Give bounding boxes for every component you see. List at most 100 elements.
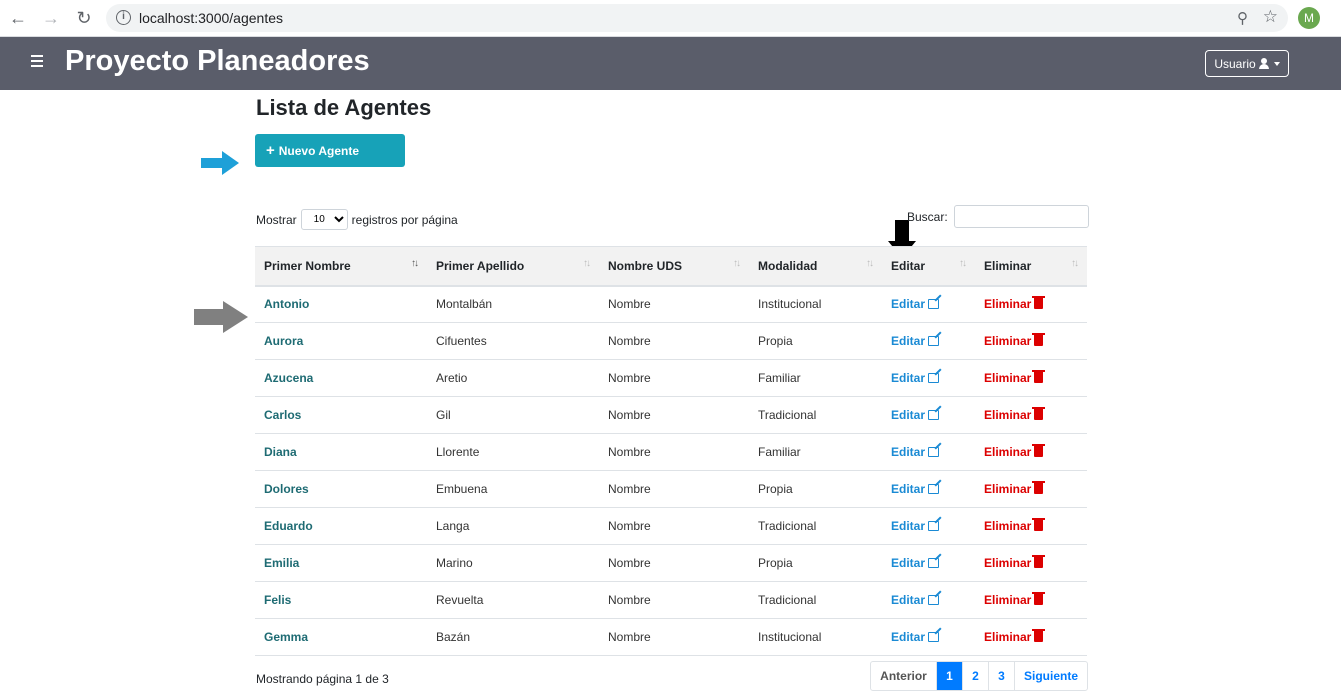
pagination-page-3[interactable]: 3 — [989, 662, 1015, 690]
delete-link[interactable]: Eliminar — [975, 619, 1087, 656]
info-icon[interactable]: i — [116, 10, 131, 25]
cell-primer-nombre[interactable]: Antonio — [255, 286, 427, 323]
delete-link[interactable]: Eliminar — [975, 397, 1087, 434]
pagination-page-1[interactable]: 1 — [937, 662, 963, 690]
brand-title[interactable]: Proyecto Planeadores — [65, 45, 370, 78]
profile-avatar[interactable]: M — [1298, 7, 1320, 29]
delete-link[interactable]: Eliminar — [975, 545, 1087, 582]
cell-primer-apellido: Aretio — [436, 371, 468, 385]
cell-primer-apellido: Langa — [436, 519, 470, 533]
address-bar[interactable]: i localhost:3000/agentes ⚲ ☆ — [106, 4, 1288, 32]
cell-nombre-uds: Nombre — [608, 445, 651, 459]
new-agent-label: Nuevo Agente — [278, 143, 359, 158]
sort-asc-icon: ↑↓ — [411, 258, 419, 269]
gray-annotation-arrow-icon — [194, 301, 248, 333]
delete-label: Eliminar — [984, 482, 1032, 496]
app-navbar: Proyecto Planeadores Usuario — [0, 37, 1341, 90]
pagination-next[interactable]: Siguiente — [1015, 662, 1087, 690]
cell-nombre-uds: Nombre — [608, 556, 651, 570]
cell-primer-apellido: Revuelta — [436, 593, 484, 607]
browser-chrome: ← → ↻ i localhost:3000/agentes ⚲ ☆ M — [0, 0, 1341, 37]
user-menu-button[interactable]: Usuario — [1205, 50, 1289, 77]
table-row: Aurora Cifuentes Nombre Propia Editar Elimina… — [255, 323, 1087, 360]
cell-modalidad: Tradicional — [758, 408, 817, 422]
delete-link[interactable]: Eliminar — [975, 323, 1087, 360]
table-row: Felis Revuelta Nombre Tradicional Editar Elim… — [255, 582, 1087, 619]
cell-modalidad: Propia — [758, 482, 793, 496]
delete-link[interactable]: Eliminar — [975, 582, 1087, 619]
cell-modalidad: Tradicional — [758, 519, 817, 533]
delete-label: Eliminar — [984, 297, 1032, 312]
cell-primer-nombre[interactable]: Azucena — [255, 360, 427, 397]
cell-nombre-uds: Nombre — [608, 371, 651, 385]
cell-modalidad: Familiar — [758, 371, 801, 385]
pagination-page-2[interactable]: 2 — [963, 662, 989, 690]
edit-icon — [928, 336, 940, 346]
edit-icon — [928, 558, 940, 568]
table-row: Dolores Embuena Nombre Propia Editar Eliminar — [255, 471, 1087, 508]
header-nombre-uds[interactable]: Nombre UDS ↑↓ — [599, 247, 749, 286]
pagination-previous[interactable]: Anterior — [871, 662, 937, 690]
table-row: Carlos Gil Nombre Tradicional Editar Eliminar — [255, 397, 1087, 434]
trash-icon — [1032, 481, 1046, 494]
search-input[interactable] — [953, 205, 1089, 228]
edit-link[interactable]: Editar — [882, 360, 975, 397]
cell-primer-apellido: Marino — [436, 556, 473, 570]
edit-link[interactable]: Editar — [882, 545, 975, 582]
agents-table: Primer Nombre ↑↓ Primer Apellido ↑↓ Nombre… — [255, 246, 1087, 656]
delete-link[interactable]: Eliminar — [975, 471, 1087, 508]
edit-link[interactable]: Editar — [882, 582, 975, 619]
cell-primer-nombre[interactable]: Gemma — [255, 619, 427, 656]
edit-link[interactable]: Editar — [882, 619, 975, 656]
cell-modalidad: Propia — [758, 556, 793, 570]
reload-icon[interactable]: ↻ — [73, 7, 95, 29]
edit-icon — [928, 373, 940, 383]
edit-icon — [928, 521, 940, 531]
edit-icon — [928, 447, 940, 457]
page-title: Lista de Agentes — [256, 95, 432, 120]
cell-primer-nombre[interactable]: Felis — [255, 582, 427, 619]
edit-label: Editar — [891, 297, 926, 312]
header-primer-nombre[interactable]: Primer Nombre ↑↓ — [255, 247, 427, 286]
edit-link[interactable]: Editar — [882, 434, 975, 471]
page-length-select[interactable]: 10 — [300, 209, 348, 230]
url-text: localhost:3000/agentes — [139, 10, 283, 26]
trash-icon — [1032, 333, 1046, 346]
delete-label: Eliminar — [984, 556, 1032, 570]
cell-nombre-uds: Nombre — [608, 593, 651, 607]
edit-link[interactable]: Editar — [882, 286, 975, 323]
edit-label: Editar — [891, 371, 926, 385]
cell-primer-nombre[interactable]: Diana — [255, 434, 427, 471]
edit-link[interactable]: Editar — [882, 323, 975, 360]
header-label: Nombre UDS — [608, 258, 683, 273]
cell-primer-nombre[interactable]: Emilia — [255, 545, 427, 582]
back-arrow-icon[interactable]: ← — [7, 7, 29, 29]
zoom-icon[interactable]: ⚲ — [1237, 9, 1248, 27]
edit-link[interactable]: Editar — [882, 471, 975, 508]
trash-icon — [1032, 407, 1046, 420]
cell-primer-apellido: Llorente — [436, 445, 480, 459]
hamburger-menu-icon[interactable] — [31, 55, 43, 70]
cell-primer-nombre[interactable]: Aurora — [255, 323, 427, 360]
header-editar[interactable]: Editar ↑↓ — [882, 247, 975, 286]
cell-primer-apellido: Montalbán — [436, 297, 493, 312]
header-modalidad[interactable]: Modalidad ↑↓ — [749, 247, 882, 286]
edit-label: Editar — [891, 593, 926, 607]
cell-primer-nombre[interactable]: Eduardo — [255, 508, 427, 545]
edit-icon — [928, 632, 940, 642]
trash-icon — [1032, 444, 1046, 457]
sort-icon: ↑↓ — [866, 258, 874, 269]
delete-link[interactable]: Eliminar — [975, 360, 1087, 397]
forward-arrow-icon[interactable]: → — [40, 7, 62, 29]
delete-link[interactable]: Eliminar — [975, 286, 1087, 323]
edit-link[interactable]: Editar — [882, 397, 975, 434]
edit-link[interactable]: Editar — [882, 508, 975, 545]
new-agent-button[interactable]: + Nuevo Agente — [255, 134, 405, 167]
delete-link[interactable]: Eliminar — [975, 508, 1087, 545]
bookmark-star-icon[interactable]: ☆ — [1263, 7, 1278, 27]
delete-link[interactable]: Eliminar — [975, 434, 1087, 471]
cell-primer-nombre[interactable]: Carlos — [255, 397, 427, 434]
cell-primer-nombre[interactable]: Dolores — [255, 471, 427, 508]
header-primer-apellido[interactable]: Primer Apellido ↑↓ — [427, 247, 599, 286]
header-eliminar[interactable]: Eliminar ↑↓ — [975, 247, 1087, 286]
